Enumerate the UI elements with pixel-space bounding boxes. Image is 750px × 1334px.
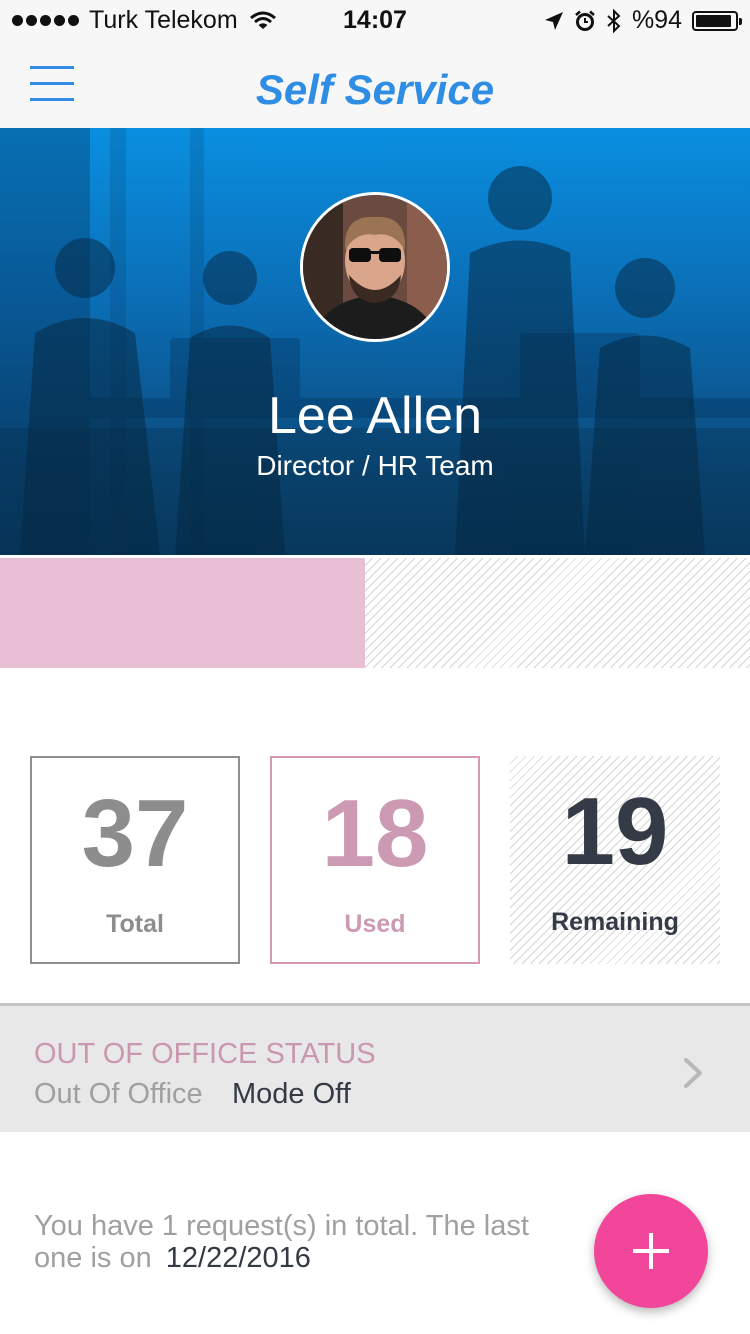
used-leave-card[interactable]: 18 Used (270, 756, 480, 964)
signal-dots-icon (12, 15, 79, 26)
remaining-leave-label: Remaining (551, 908, 679, 936)
plus-icon (633, 1233, 669, 1269)
app-title: Self Service (255, 66, 495, 113)
chevron-right-icon[interactable] (682, 1058, 706, 1088)
add-request-button[interactable] (594, 1194, 708, 1308)
location-arrow-icon (544, 11, 563, 30)
used-leave-label: Used (344, 910, 406, 938)
total-leave-card[interactable]: 37 Total (30, 756, 240, 964)
total-leave-value: 37 (81, 780, 189, 887)
user-avatar[interactable] (300, 192, 450, 342)
profile-role: Director / HR Team (256, 450, 494, 481)
battery-percent: %94 (631, 6, 682, 34)
navigation-bar: Self Service (0, 40, 750, 129)
out-of-office-title: OUT OF OFFICE STATUS (34, 1038, 376, 1070)
last-request-date: 12/22/2016 (165, 1242, 311, 1274)
out-of-office-label: Out Of Office (34, 1078, 203, 1110)
total-leave-label: Total (106, 910, 164, 938)
status-bar-right: %94 (544, 6, 742, 35)
status-bar: Turk Telekom 14:07 %94 (0, 0, 750, 40)
status-bar-left: Turk Telekom (12, 6, 276, 35)
leave-usage-bar (0, 558, 750, 668)
out-of-office-row[interactable]: OUT OF OFFICE STATUS Out Of Office Mode … (0, 1003, 750, 1132)
leave-usage-fill (0, 558, 365, 668)
profile-header: Lee Allen Director / HR Team (0, 128, 750, 555)
alarm-icon (575, 10, 595, 31)
carrier-name: Turk Telekom (89, 6, 238, 34)
battery-icon (692, 10, 742, 31)
bluetooth-icon (607, 8, 621, 33)
wifi-icon (249, 11, 276, 29)
remaining-leave-card[interactable]: 19 Remaining (510, 756, 720, 964)
request-summary: You have 1 request(s) in total. The last… (34, 1210, 534, 1274)
used-leave-value: 18 (321, 780, 429, 887)
remaining-leave-value: 19 (561, 778, 669, 885)
profile-name: Lee Allen (268, 387, 482, 445)
out-of-office-value: Mode Off (232, 1078, 351, 1110)
